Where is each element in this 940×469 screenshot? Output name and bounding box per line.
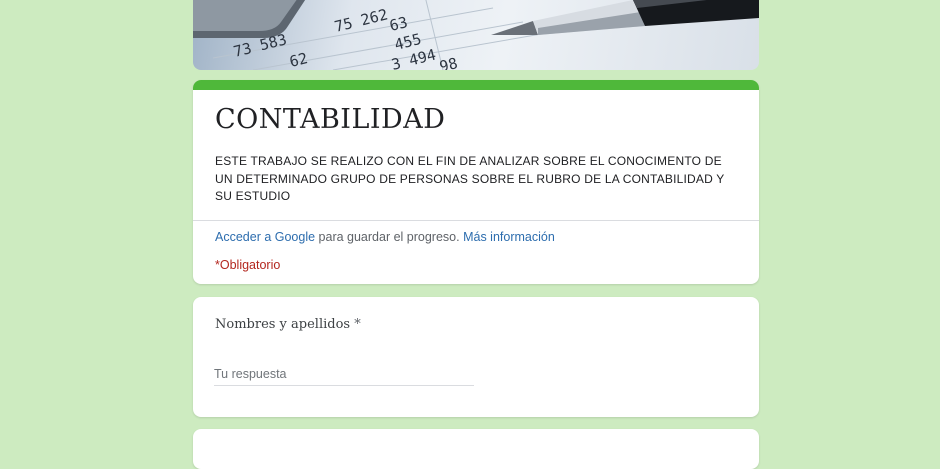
question-card: Nombres y apellidos * (193, 297, 759, 417)
question-label: Nombres y apellidos * (215, 317, 361, 332)
ledger-number: 62 (288, 49, 310, 70)
form-header-card: CONTABILIDAD ESTE TRABAJO SE REALIZO CON… (193, 80, 759, 284)
signin-text: para guardar el progreso. (315, 229, 460, 244)
ledger-number: 98 (438, 54, 460, 70)
form-title: CONTABILIDAD (215, 104, 446, 135)
ledger-pen-illustration: 73 583 62 75 262 63 455 3 494 98 (193, 0, 759, 70)
header-banner-image: 73 583 62 75 262 63 455 3 494 98 (193, 0, 759, 70)
divider (193, 219, 759, 221)
required-asterisk: * (354, 317, 361, 332)
next-question-card (193, 429, 759, 469)
answer-input[interactable] (214, 363, 474, 386)
signin-notice: Acceder a Google para guardar el progres… (215, 230, 759, 244)
question-title: Nombres y apellidos (215, 317, 351, 332)
accent-bar (193, 80, 759, 90)
ledger-number: 63 (388, 13, 410, 35)
form-description: ESTE TRABAJO SE REALIZO CON EL FIN DE AN… (215, 154, 725, 203)
signin-link[interactable]: Acceder a Google (215, 230, 315, 244)
pen-icon (491, 0, 759, 35)
more-info-link[interactable]: Más información (463, 230, 555, 244)
required-note: *Obligatorio (215, 257, 281, 272)
